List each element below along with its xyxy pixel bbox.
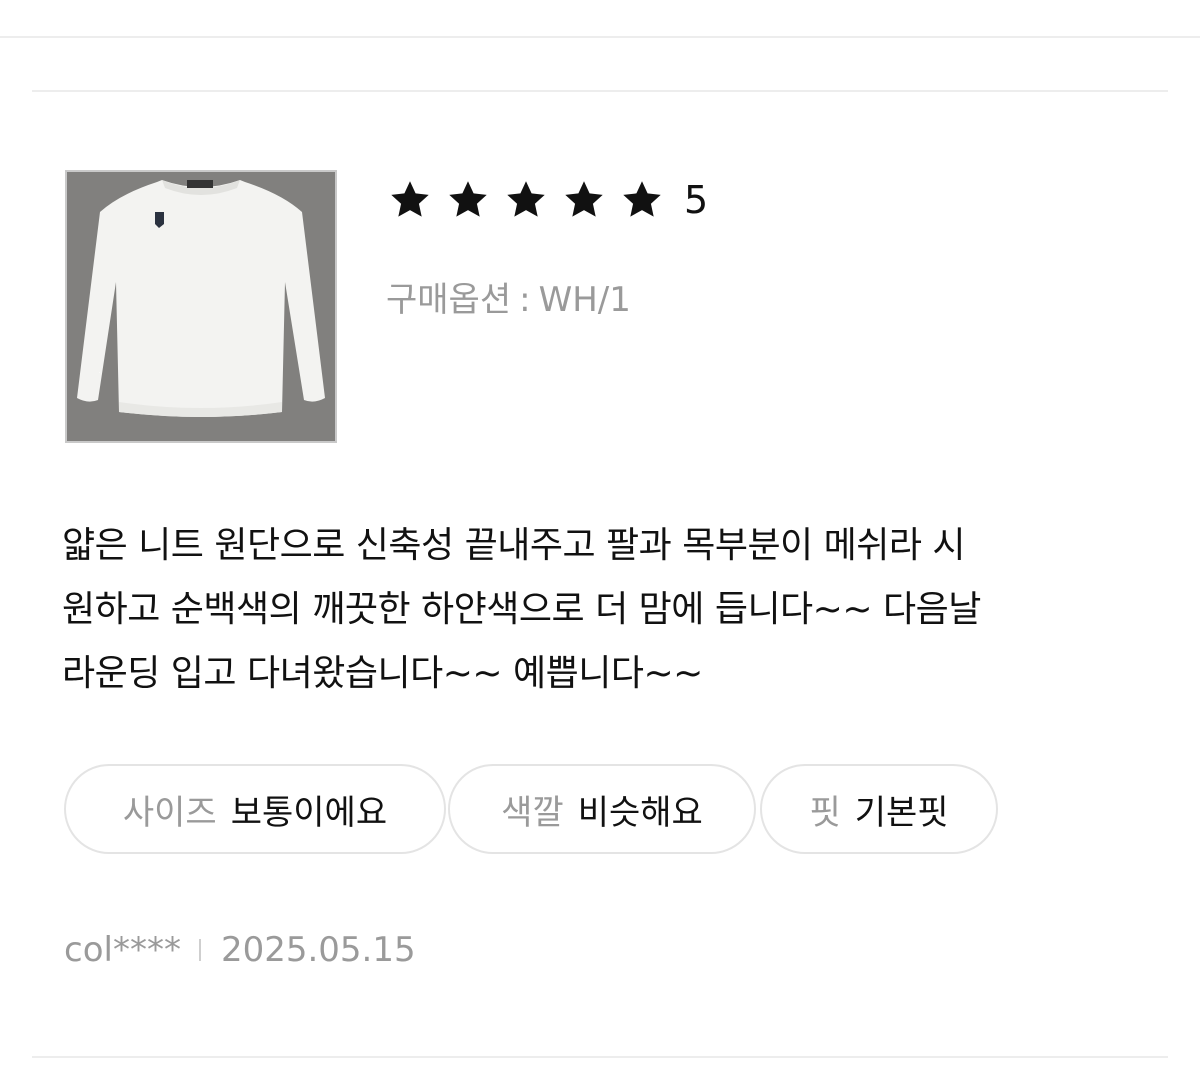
review-photo-thumbnail[interactable] (65, 170, 337, 443)
review-meta: col**** 2025.05.15 (64, 928, 416, 972)
tag-color: 색깔 비슷해요 (448, 764, 756, 854)
tag-value: 기본핏 (854, 792, 949, 833)
tag-key: 핏 (809, 792, 841, 833)
tag-value: 비슷해요 (577, 792, 703, 833)
rating-score: 5 (684, 178, 709, 222)
star-icon (388, 178, 432, 222)
star-icon (504, 178, 548, 222)
review-body-line: 라운딩 입고 다녀왔습니다~~ 예쁩니다~~ (62, 653, 703, 694)
review-body: 얇은 니트 원단으로 신축성 끝내주고 팔과 목부분이 메쉬라 시 원하고 순백… (62, 514, 1162, 706)
star-rating: 5 (388, 170, 708, 230)
tag-key: 사이즈 (122, 792, 217, 833)
purchase-option-separator: : (519, 280, 531, 320)
tag-value: 보통이에요 (230, 792, 388, 833)
star-icon (620, 178, 664, 222)
tag-size: 사이즈 보통이에요 (64, 764, 446, 854)
review-date: 2025.05.15 (220, 930, 416, 970)
review-card: 5 구매옵션: WH/1 얇은 니트 원단으로 신축성 끝내주고 팔과 목부분이 … (0, 0, 1200, 1065)
meta-separator (198, 939, 201, 961)
star-icon (446, 178, 490, 222)
review-author: col**** (64, 930, 181, 970)
purchase-option-value: WH/1 (538, 280, 631, 320)
purchase-option-label: 구매옵션 (386, 280, 512, 320)
tag-fit: 핏 기본핏 (760, 764, 998, 854)
tag-key: 색깔 (501, 792, 564, 833)
purchase-option: 구매옵션: WH/1 (386, 278, 631, 322)
sweater-photo (67, 172, 335, 441)
section-divider-bottom (32, 1056, 1168, 1058)
star-icon (562, 178, 606, 222)
review-body-line: 얇은 니트 원단으로 신축성 끝내주고 팔과 목부분이 메쉬라 시 (62, 525, 966, 566)
review-body-line: 원하고 순백색의 깨끗한 하얀색으로 더 맘에 듭니다~~ 다음날 (62, 589, 981, 630)
